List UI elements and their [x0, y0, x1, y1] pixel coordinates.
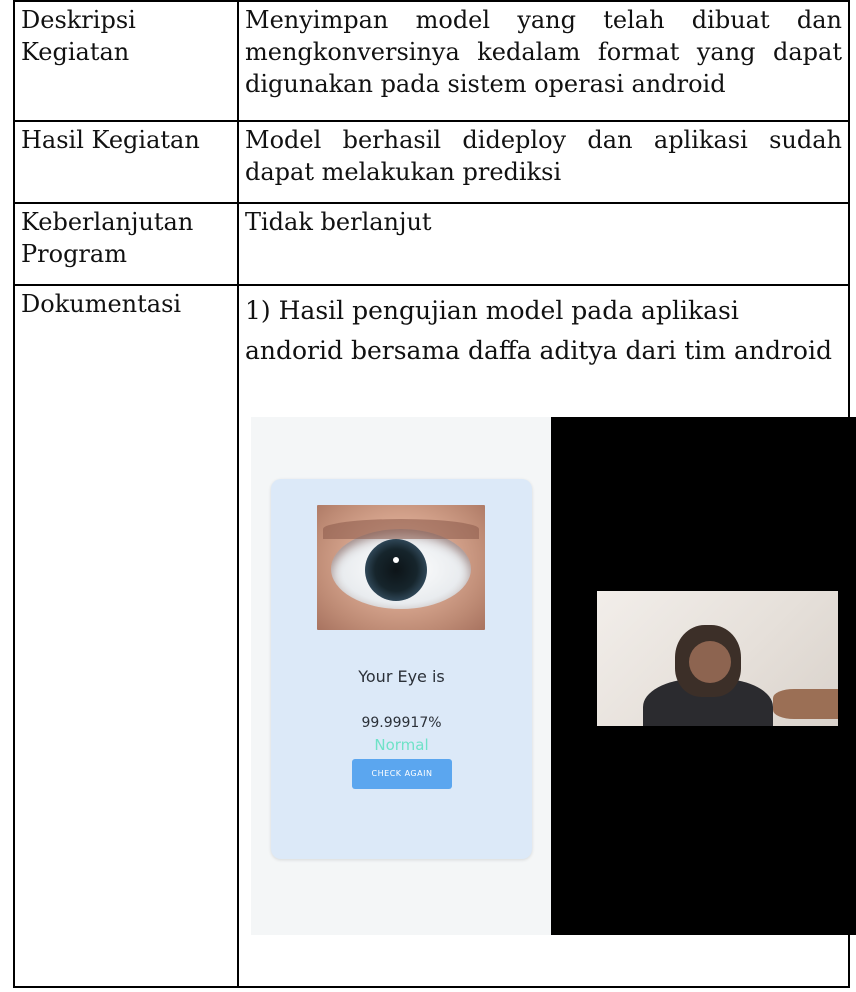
documentation-photo: Your Eye is 99.99917% Normal CHECK AGAIN — [251, 417, 856, 935]
activity-report-table: Deskripsi Kegiatan Menyimpan model yang … — [13, 0, 856, 988]
row-content: Menyimpan model yang telah dibuat dan me… — [237, 0, 850, 122]
row-label: Keberlanjutan Program — [13, 202, 239, 286]
webcam-feed — [597, 591, 838, 726]
eye-iris — [365, 539, 427, 601]
eye-photo — [317, 505, 485, 630]
row-label: Hasil Kegiatan — [13, 120, 239, 204]
row-label: Deskripsi Kegiatan — [13, 0, 239, 122]
status-label: Normal — [374, 736, 429, 754]
check-again-button[interactable]: CHECK AGAIN — [352, 759, 452, 789]
person-arm — [773, 689, 838, 719]
eye-result-label: Your Eye is — [358, 667, 445, 686]
eye-glint — [393, 557, 399, 563]
table-row: Dokumentasi 1) Hasil pengujian model pad… — [13, 284, 856, 988]
table-row: Keberlanjutan Program Tidak berlanjut — [13, 202, 850, 286]
row-content: Model berhasil dideploy dan aplikasi sud… — [237, 120, 850, 204]
phone-screen: Your Eye is 99.99917% Normal CHECK AGAIN — [251, 417, 551, 935]
table-row: Deskripsi Kegiatan Menyimpan model yang … — [13, 0, 850, 122]
result-card: Your Eye is 99.99917% Normal CHECK AGAIN — [271, 479, 532, 859]
documentation-cell: 1) Hasil pengujian model pada aplikasi a… — [237, 284, 856, 988]
row-label: Dokumentasi — [13, 284, 239, 988]
row-content: Tidak berlanjut — [237, 202, 850, 286]
table-row: Hasil Kegiatan Model berhasil dideploy d… — [13, 120, 850, 204]
documentation-caption: 1) Hasil pengujian model pada aplikasi a… — [245, 296, 832, 365]
person-face — [689, 641, 731, 683]
eye-lid — [323, 519, 479, 539]
